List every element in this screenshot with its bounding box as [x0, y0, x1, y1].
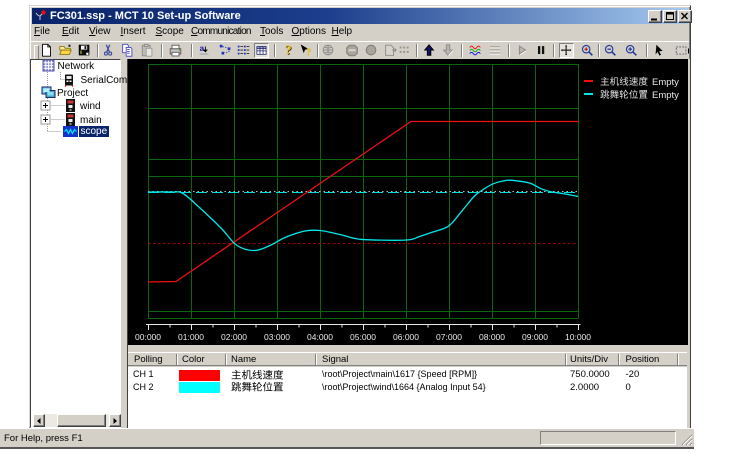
svg-text:a: a	[200, 43, 205, 52]
svg-text:05:000: 05:000	[350, 332, 376, 342]
svg-text:08:000: 08:000	[479, 332, 505, 342]
svg-text:06:000: 06:000	[393, 332, 419, 342]
svg-text:?: ?	[306, 47, 311, 58]
svg-text:Empty: Empty	[652, 90, 679, 101]
svg-text:07:000: 07:000	[436, 332, 462, 342]
svg-text:10:000: 10:000	[565, 332, 591, 342]
svg-text:04:000: 04:000	[307, 332, 333, 342]
svg-text:03:000: 03:000	[264, 332, 290, 342]
svg-text:00:000: 00:000	[135, 332, 161, 342]
svg-text:02:000: 02:000	[221, 332, 247, 342]
svg-text:?: ?	[285, 43, 292, 57]
svg-text:Empty: Empty	[652, 77, 679, 88]
svg-text:01:000: 01:000	[178, 332, 204, 342]
svg-text:09:000: 09:000	[522, 332, 548, 342]
